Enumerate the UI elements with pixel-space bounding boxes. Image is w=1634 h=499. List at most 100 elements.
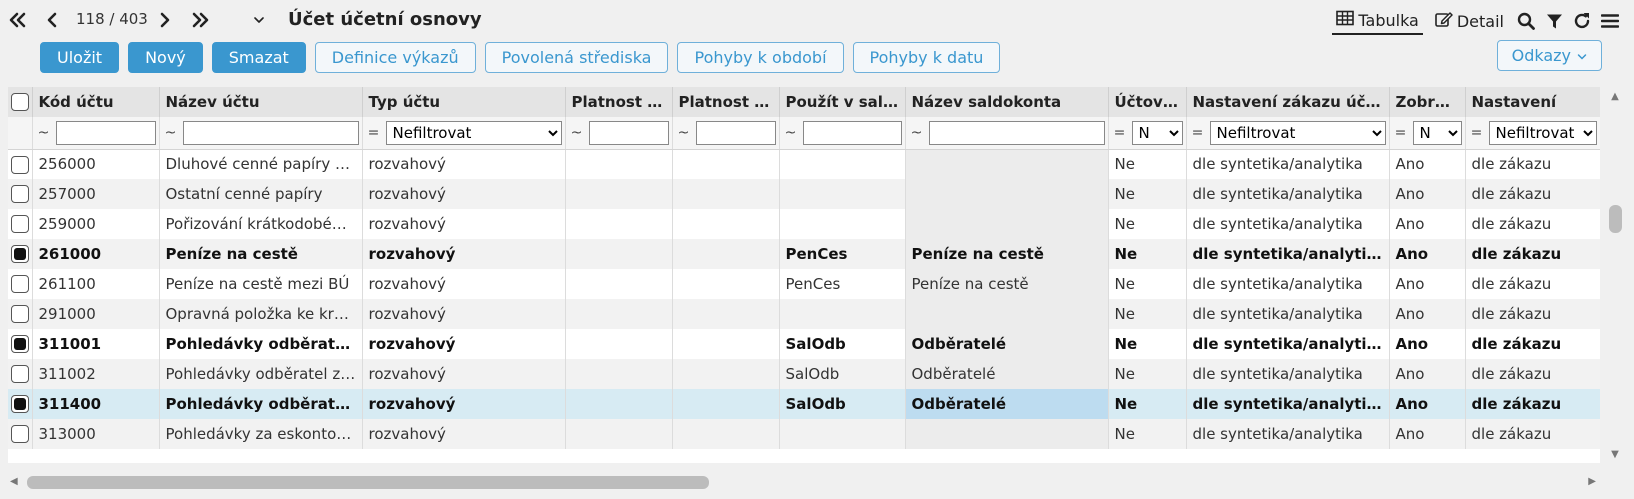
- table-cell[interactable]: dle syntetika/analytika: [1186, 239, 1390, 269]
- table-cell[interactable]: [672, 269, 780, 299]
- table-cell[interactable]: rozvahový: [362, 389, 566, 419]
- table-row[interactable]: 261100 Peníze na cestě mezi BÚ rozvahový Pe…: [8, 269, 1600, 299]
- previous-record-icon[interactable]: [44, 7, 60, 33]
- filter-operator[interactable]: =: [1112, 125, 1128, 141]
- table-cell[interactable]: dle syntetika/analytika: [1186, 389, 1390, 419]
- table-cell[interactable]: [779, 299, 906, 329]
- report-definitions-button[interactable]: Definice výkazů: [314, 42, 476, 73]
- table-cell[interactable]: SalOdb: [779, 389, 906, 419]
- table-cell[interactable]: [779, 179, 906, 209]
- table-cell[interactable]: [672, 329, 780, 359]
- filter-input[interactable]: [588, 120, 669, 145]
- table-cell[interactable]: dle syntetika/analytika: [1186, 179, 1390, 209]
- col-header[interactable]: Účtování z: [1108, 87, 1187, 117]
- filter-operator[interactable]: ~: [36, 125, 52, 141]
- links-dropdown[interactable]: Odkazy: [1496, 40, 1602, 71]
- table-cell[interactable]: Pohledávky odběratelé-personál: [159, 389, 363, 419]
- table-cell[interactable]: rozvahový: [362, 269, 566, 299]
- row-checkbox[interactable]: [10, 155, 29, 174]
- table-cell[interactable]: dle zákazu: [1465, 359, 1600, 389]
- table-cell[interactable]: [672, 299, 780, 329]
- table-cell[interactable]: [672, 179, 780, 209]
- table-cell[interactable]: [779, 419, 906, 449]
- table-cell[interactable]: dle zákazu: [1465, 269, 1600, 299]
- scroll-left-icon[interactable]: ◀: [10, 476, 18, 487]
- table-cell[interactable]: [565, 209, 673, 239]
- scroll-down-icon[interactable]: ▼: [1604, 445, 1626, 463]
- table-cell[interactable]: dle syntetika/analytika: [1186, 419, 1390, 449]
- table-cell[interactable]: [565, 419, 673, 449]
- table-cell[interactable]: dle syntetika/analytika: [1186, 359, 1390, 389]
- table-cell[interactable]: [565, 239, 673, 269]
- filter-select[interactable]: Nefiltrovat: [385, 120, 562, 145]
- table-row[interactable]: 259000Pořizování krátkodobého finančního…: [8, 209, 1600, 239]
- table-cell[interactable]: [672, 209, 780, 239]
- table-cell[interactable]: Ano: [1389, 179, 1466, 209]
- table-cell[interactable]: Ne: [1108, 359, 1187, 389]
- col-header[interactable]: Kód účtu: [32, 87, 160, 117]
- table-cell[interactable]: [779, 209, 906, 239]
- col-header[interactable]: Použít v saldokontě: [779, 87, 906, 117]
- table-cell[interactable]: rozvahový: [362, 329, 566, 359]
- table-cell[interactable]: [565, 179, 673, 209]
- table-cell[interactable]: Ano: [1389, 209, 1466, 239]
- col-header[interactable]: Nastavení zákazu účtování: [1186, 87, 1390, 117]
- table-cell[interactable]: 291000: [32, 299, 160, 329]
- table-cell[interactable]: [672, 149, 780, 179]
- filter-select[interactable]: Nefiltrovat: [1488, 120, 1597, 145]
- vertical-scrollbar[interactable]: ▲ ▼: [1604, 87, 1626, 463]
- search-icon[interactable]: [1512, 7, 1540, 35]
- refresh-icon[interactable]: [1568, 7, 1596, 35]
- filter-select[interactable]: N: [1412, 120, 1462, 145]
- filter-operator[interactable]: =: [1469, 125, 1485, 141]
- table-cell[interactable]: Ano: [1389, 389, 1466, 419]
- col-header[interactable]: Název účtu: [159, 87, 363, 117]
- table-cell[interactable]: dle zákazu: [1465, 239, 1600, 269]
- vertical-scroll-thumb[interactable]: [1609, 205, 1622, 233]
- filter-operator[interactable]: =: [1190, 125, 1206, 141]
- row-checkbox[interactable]: [10, 275, 29, 294]
- row-checkbox[interactable]: [10, 335, 29, 354]
- table-cell[interactable]: rozvahový: [362, 179, 566, 209]
- table-cell[interactable]: Ne: [1108, 209, 1187, 239]
- table-cell[interactable]: Ne: [1108, 389, 1187, 419]
- table-cell[interactable]: 313000: [32, 419, 160, 449]
- table-cell[interactable]: dle syntetika/analytika: [1186, 209, 1390, 239]
- table-row[interactable]: 311001Pohledávky odběratelé tuzemskorozv…: [8, 329, 1600, 359]
- table-cell[interactable]: SalOdb: [779, 329, 906, 359]
- table-cell[interactable]: Opravná položka ke krátkodobému finanční…: [159, 299, 363, 329]
- table-row[interactable]: 311002Pohledávky odběratel zahraničírozv…: [8, 359, 1600, 389]
- row-checkbox[interactable]: [10, 365, 29, 384]
- filter-operator[interactable]: ~: [676, 125, 692, 141]
- table-cell[interactable]: [565, 329, 673, 359]
- table-cell[interactable]: dle syntetika/analytika: [1186, 149, 1390, 179]
- col-header[interactable]: Nastavení: [1465, 87, 1600, 117]
- filter-operator[interactable]: ~: [909, 125, 925, 141]
- table-cell[interactable]: 257000: [32, 179, 160, 209]
- table-cell[interactable]: Peníze na cestě mezi BÚ: [159, 269, 363, 299]
- filter-input[interactable]: [802, 120, 902, 145]
- col-header[interactable]: Název saldokonta: [905, 87, 1109, 117]
- table-cell[interactable]: Pořizování krátkodobého finančního majet…: [159, 209, 363, 239]
- last-record-icon[interactable]: [188, 7, 212, 33]
- table-cell[interactable]: [905, 149, 1109, 179]
- table-cell[interactable]: [672, 419, 780, 449]
- table-cell[interactable]: 311002: [32, 359, 160, 389]
- horizontal-scrollbar[interactable]: ◀ ▶: [8, 474, 1598, 492]
- tab-detail[interactable]: Detail: [1431, 7, 1508, 35]
- table-row[interactable]: 311400Pohledávky odběratelé-personálrozv…: [8, 389, 1600, 419]
- filter-operator[interactable]: ~: [163, 125, 179, 141]
- table-cell[interactable]: PenCes: [779, 239, 906, 269]
- table-cell[interactable]: [565, 359, 673, 389]
- table-cell[interactable]: [779, 149, 906, 179]
- table-row[interactable]: 291000Opravná položka ke krátkodobému fi…: [8, 299, 1600, 329]
- table-cell[interactable]: Ostatní cenné papíry: [159, 179, 363, 209]
- table-cell[interactable]: Odběratelé: [905, 359, 1109, 389]
- filter-input[interactable]: [695, 120, 776, 145]
- table-cell[interactable]: Ano: [1389, 419, 1466, 449]
- table-cell[interactable]: [905, 299, 1109, 329]
- first-record-icon[interactable]: [6, 7, 30, 33]
- table-cell[interactable]: [565, 269, 673, 299]
- table-cell[interactable]: Ne: [1108, 299, 1187, 329]
- table-cell[interactable]: [905, 209, 1109, 239]
